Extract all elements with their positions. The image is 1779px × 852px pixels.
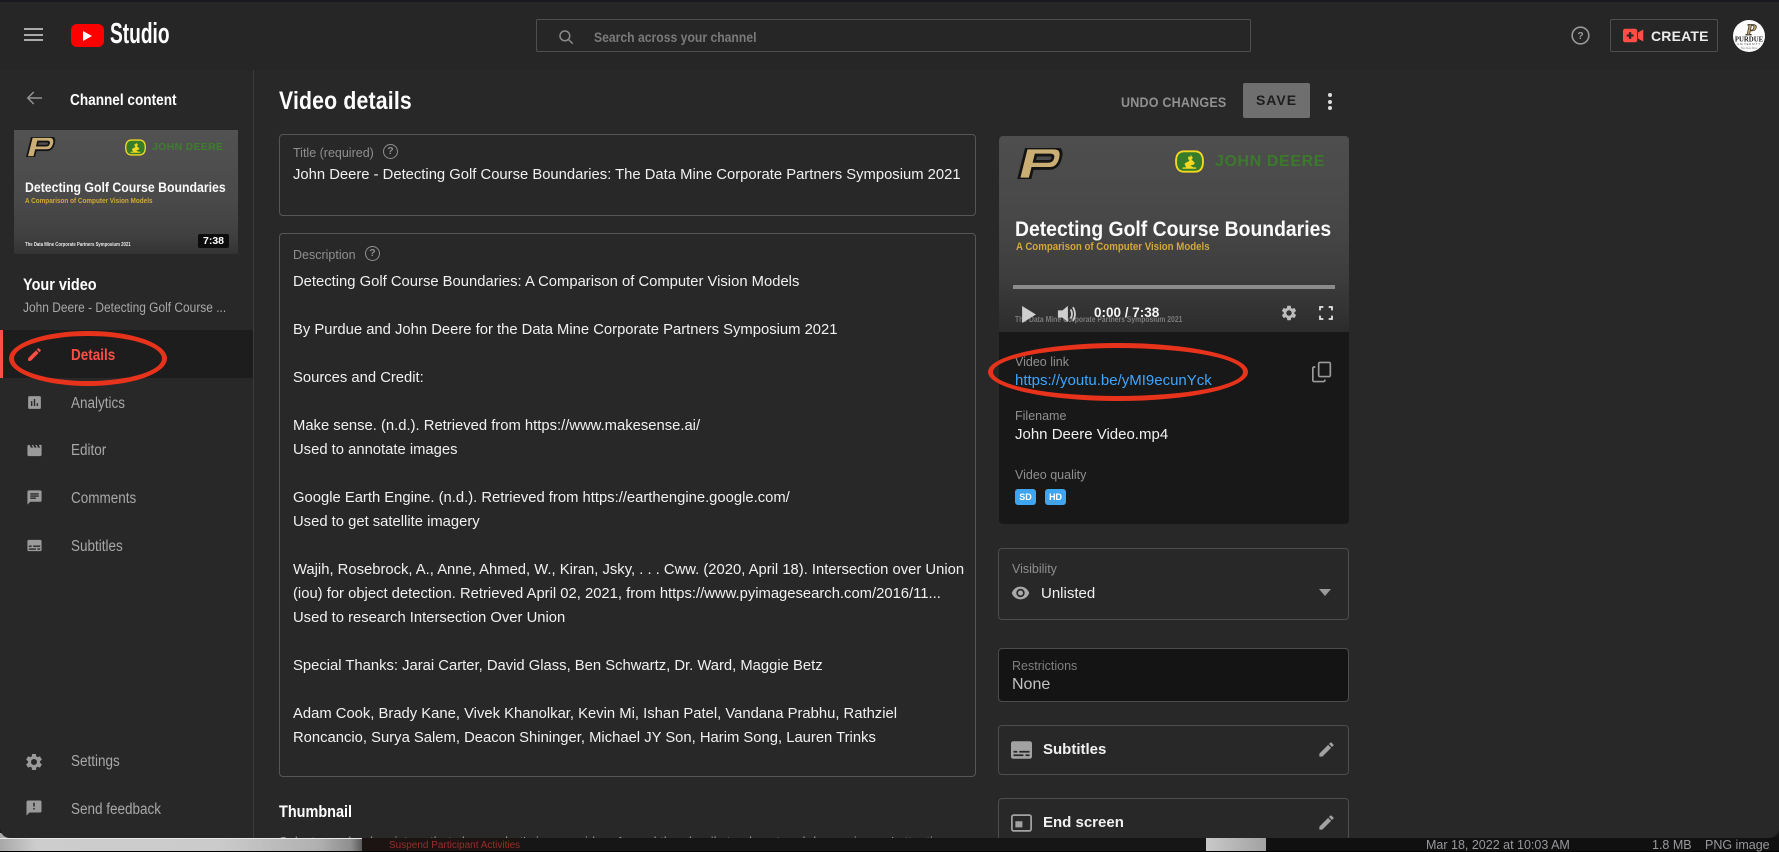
svg-text:UNIVERSITY: UNIVERSITY — [1737, 42, 1761, 46]
svg-text:?: ? — [1577, 31, 1583, 42]
svg-text:The Data Mine: The Data Mine — [1740, 46, 1758, 50]
